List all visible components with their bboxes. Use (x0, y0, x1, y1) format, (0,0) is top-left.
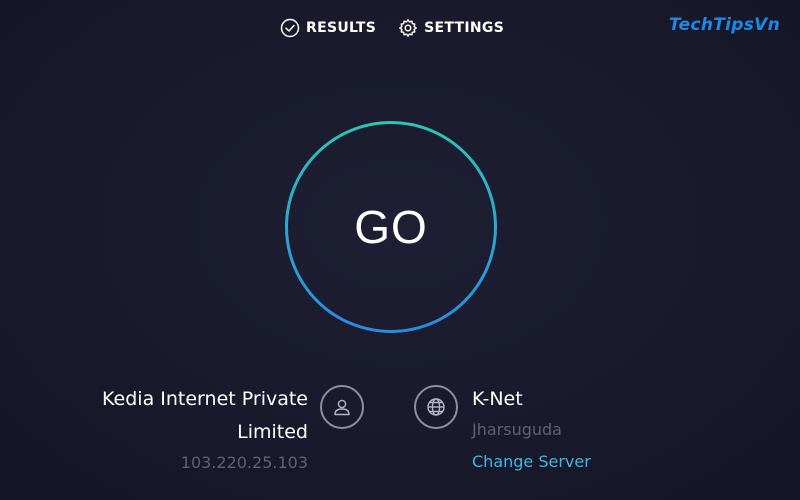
isp-ip-address: 103.220.25.103 (180, 453, 308, 472)
server-name: K-Net (472, 388, 523, 410)
speedtest-page: RESULTS SETTINGS TechTipsVn GO Kedia Int… (0, 0, 800, 500)
settings-tab[interactable]: SETTINGS (398, 18, 504, 38)
go-button[interactable]: GO (284, 120, 498, 334)
gear-icon (398, 18, 418, 38)
isp-name: Kedia Internet Private Limited (102, 388, 308, 443)
globe-icon (414, 385, 458, 429)
settings-label: SETTINGS (424, 20, 505, 36)
results-label: RESULTS (306, 20, 377, 36)
change-server-link[interactable]: Change Server (472, 452, 591, 471)
top-nav: RESULTS SETTINGS (280, 16, 526, 40)
check-circle-icon (280, 18, 300, 38)
brand-watermark: TechTipsVn (668, 15, 780, 35)
results-tab[interactable]: RESULTS (280, 18, 376, 38)
server-location: Jharsuguda (472, 420, 562, 439)
user-icon (320, 385, 364, 429)
go-label: GO (354, 201, 428, 253)
